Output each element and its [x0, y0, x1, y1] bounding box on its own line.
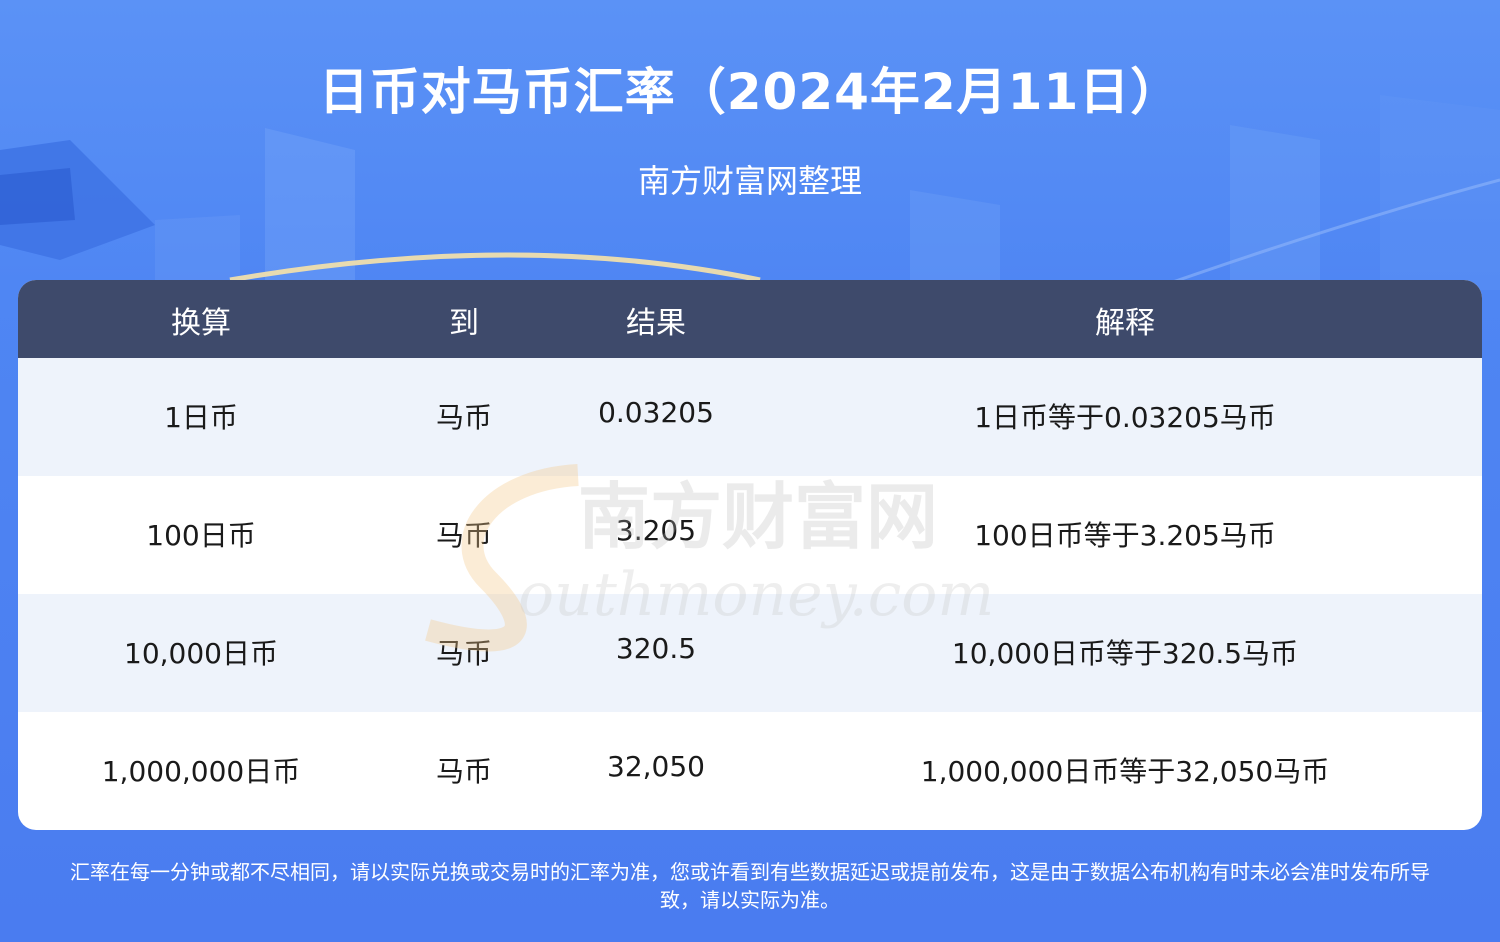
cell-amount: 100日币	[146, 519, 256, 552]
table-row: 10,000日币 马币 320.5 10,000日币等于320.5马币	[18, 594, 1482, 712]
cell-result: 3.205	[615, 514, 697, 547]
cell-explanation: 100日币等于3.205马币	[974, 519, 1276, 552]
cell-explanation: 10,000日币等于320.5马币	[951, 637, 1299, 670]
disclaimer: 汇率在每一分钟或都不尽相同，请以实际兑换或交易时的汇率为准，您或许看到有些数据延…	[0, 858, 1500, 914]
exchange-rate-table: 换算 到 结果 解释 1日币 马币 0.03205 1日币等于0.03205马币…	[18, 280, 1482, 830]
page-subtitle: 南方财富网整理	[637, 162, 862, 200]
cell-result: 0.03205	[598, 396, 714, 429]
cell-amount: 1,000,000日币	[101, 755, 301, 788]
column-header-result: 结果	[626, 306, 686, 341]
cell-explanation: 1日币等于0.03205马币	[974, 401, 1276, 434]
disclaimer-line-2: 致，请以实际为准。	[660, 888, 840, 912]
page-title: 日币对马币汇率（2024年2月11日）	[318, 63, 1182, 121]
column-header-to: 到	[449, 306, 479, 341]
decorative-background-art	[0, 95, 1500, 292]
table-header-row: 换算 到 结果 解释	[18, 280, 1482, 358]
column-header-explanation: 解释	[1095, 306, 1155, 341]
cell-amount: 1日币	[164, 401, 238, 434]
cell-target-currency: 马币	[435, 401, 492, 434]
cell-result: 32,050	[607, 750, 705, 783]
table-row: 100日币 马币 3.205 100日币等于3.205马币	[18, 476, 1482, 594]
table-row: 1日币 马币 0.03205 1日币等于0.03205马币	[18, 358, 1482, 476]
cell-explanation: 1,000,000日币等于32,050马币	[920, 755, 1330, 788]
cell-result: 320.5	[615, 632, 697, 665]
cell-target-currency: 马币	[435, 637, 492, 670]
cell-amount: 10,000日币	[124, 637, 278, 670]
disclaimer-line-1: 汇率在每一分钟或都不尽相同，请以实际兑换或交易时的汇率为准，您或许看到有些数据延…	[70, 860, 1430, 884]
cell-target-currency: 马币	[435, 519, 492, 552]
cell-target-currency: 马币	[435, 755, 492, 788]
table-row: 1,000,000日币 马币 32,050 1,000,000日币等于32,05…	[18, 712, 1482, 830]
column-header-convert: 换算	[171, 306, 231, 341]
